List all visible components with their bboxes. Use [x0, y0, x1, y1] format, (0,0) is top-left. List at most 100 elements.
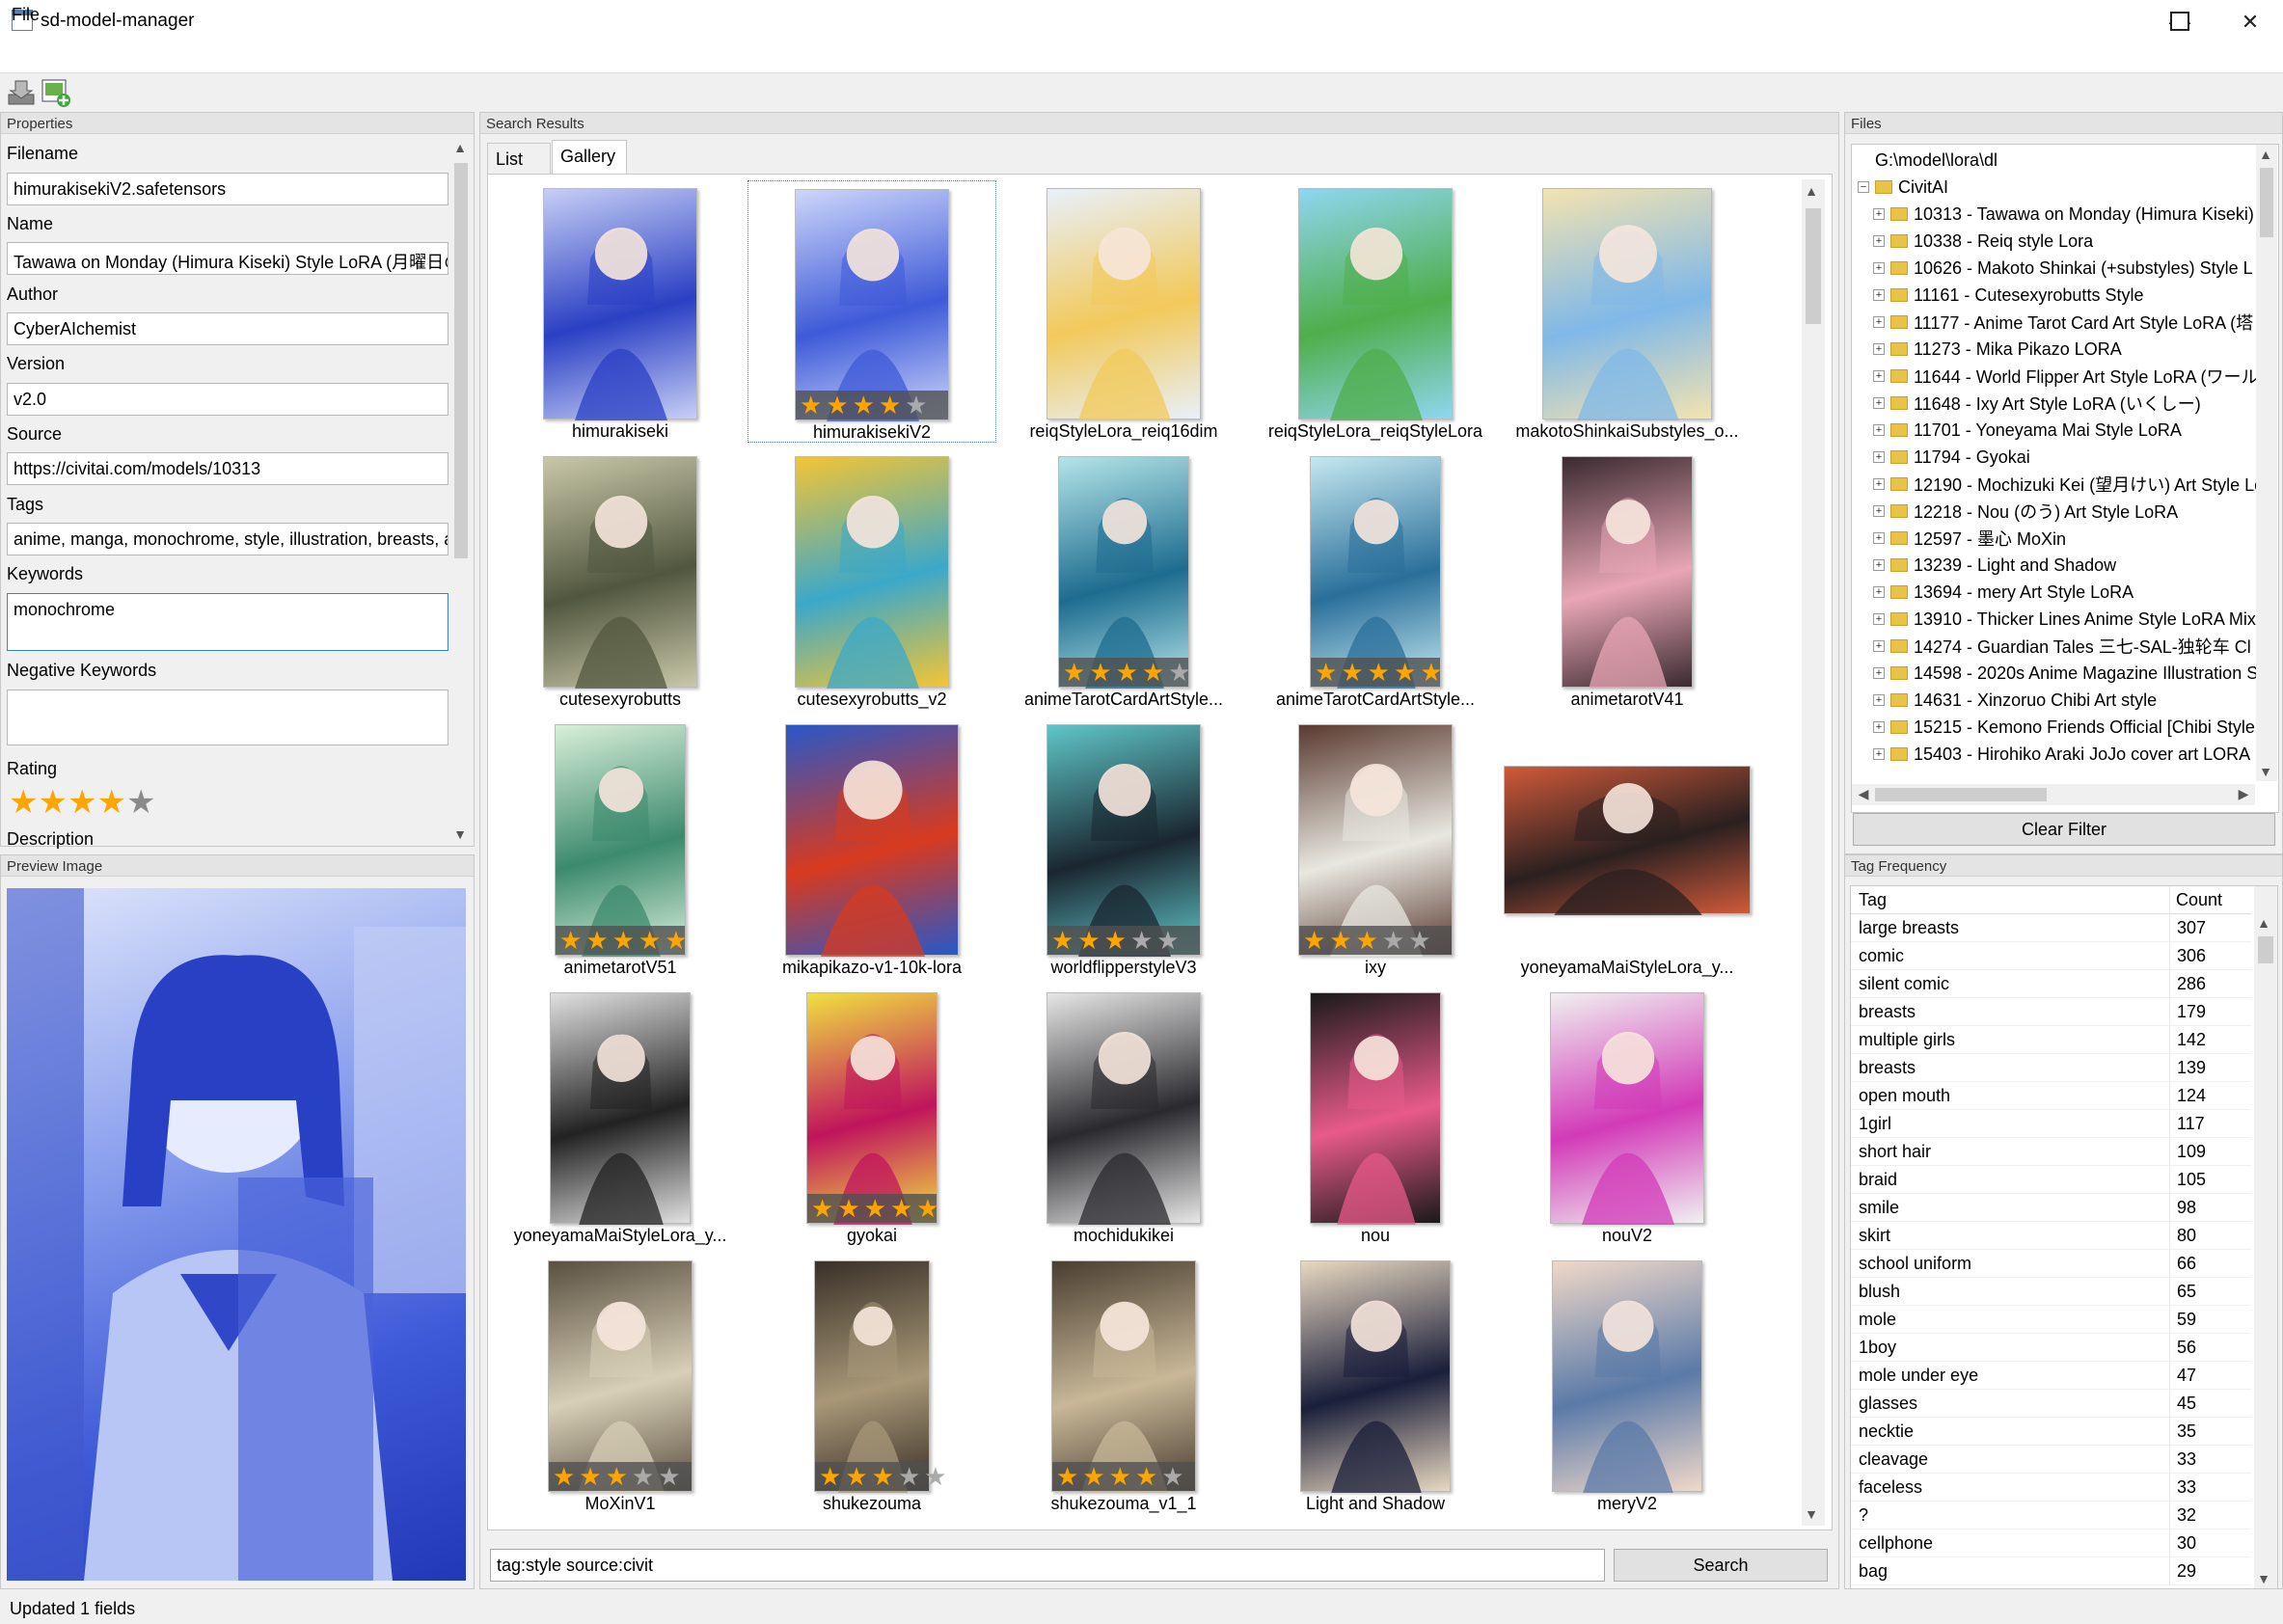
- table-row[interactable]: silent comic 286: [1851, 970, 2251, 998]
- tree-item[interactable]: +10313 - Tawawa on Monday (Himura Kiseki…: [1852, 201, 2254, 228]
- table-row[interactable]: bag 29: [1851, 1557, 2251, 1585]
- filename-field[interactable]: himurakisekiV2.safetensors: [7, 173, 448, 205]
- expand-icon[interactable]: +: [1873, 667, 1885, 679]
- expand-icon[interactable]: +: [1873, 397, 1885, 409]
- tree-root[interactable]: G:\model\lora\dl: [1852, 147, 1998, 174]
- gallery-item[interactable]: makotoShinkaiSubstyles_o...: [1503, 180, 1752, 443]
- table-row[interactable]: 1boy 56: [1851, 1334, 2251, 1362]
- tree-item[interactable]: +14274 - Guardian Tales 三七-SAL-独轮车 Cl: [1852, 633, 2251, 660]
- gallery-item[interactable]: reiqStyleLora_reiqStyleLora: [1251, 180, 1500, 443]
- gallery-item[interactable]: ★ ★ ★ ★ ★ shukezouma: [747, 1253, 996, 1515]
- tree-item[interactable]: +10626 - Makoto Shinkai (+substyles) Sty…: [1852, 255, 2253, 282]
- table-row[interactable]: skirt 80: [1851, 1222, 2251, 1250]
- table-row[interactable]: open mouth 124: [1851, 1082, 2251, 1110]
- gallery-item[interactable]: ★ ★ ★ ★ ★ gyokai: [747, 985, 996, 1247]
- gallery-item[interactable]: ★ ★ ★ ★ ★ himurakisekiV2: [747, 180, 996, 443]
- table-row[interactable]: glasses 45: [1851, 1390, 2251, 1418]
- star-filled-icon[interactable]: ★: [68, 786, 96, 819]
- count-column-header[interactable]: Count: [2176, 890, 2222, 910]
- collapse-icon[interactable]: −: [1858, 181, 1869, 193]
- table-row[interactable]: mole under eye 47: [1851, 1362, 2251, 1390]
- table-row[interactable]: cellphone 30: [1851, 1529, 2251, 1557]
- menu-file[interactable]: File: [12, 5, 40, 25]
- gallery-item[interactable]: meryV2: [1503, 1253, 1752, 1515]
- gallery-item[interactable]: mikapikazo-v1-10k-lora: [747, 717, 996, 979]
- gallery-item[interactable]: animetarotV41: [1503, 448, 1752, 711]
- version-field[interactable]: v2.0: [7, 383, 448, 416]
- author-field[interactable]: CyberAIchemist: [7, 312, 448, 345]
- expand-icon[interactable]: +: [1873, 505, 1885, 517]
- gallery-item[interactable]: yoneyamaMaiStyleLora_y...: [496, 985, 745, 1247]
- expand-icon[interactable]: +: [1873, 289, 1885, 301]
- table-row[interactable]: short hair 109: [1851, 1138, 2251, 1166]
- gallery-item[interactable]: ★ ★ ★ ★ ★ animetarotV51: [496, 717, 745, 979]
- tab-gallery[interactable]: Gallery: [552, 140, 627, 175]
- table-row[interactable]: necktie 35: [1851, 1418, 2251, 1446]
- tree-item[interactable]: +11177 - Anime Tarot Card Art Style LoRA…: [1852, 309, 2253, 336]
- tree-item[interactable]: +14598 - 2020s Anime Magazine Illustrati…: [1852, 660, 2258, 687]
- properties-scrollbar[interactable]: ▲ ▼: [450, 138, 472, 844]
- table-row[interactable]: mole 59: [1851, 1306, 2251, 1334]
- tags-field[interactable]: anime, manga, monochrome, style, illustr…: [7, 523, 448, 555]
- gallery-item[interactable]: mochidukikei: [999, 985, 1248, 1247]
- tree-item[interactable]: +11701 - Yoneyama Mai Style LoRA: [1852, 417, 2182, 444]
- star-filled-icon[interactable]: ★: [96, 786, 125, 819]
- table-row[interactable]: school uniform 66: [1851, 1250, 2251, 1278]
- expand-icon[interactable]: +: [1873, 586, 1885, 598]
- gallery-item[interactable]: ★ ★ ★ ★ ★ MoXinV1: [496, 1253, 745, 1515]
- gallery-scrollbar[interactable]: ▲ ▼: [1802, 179, 1825, 1526]
- table-row[interactable]: blush 65: [1851, 1278, 2251, 1306]
- import-icon[interactable]: [6, 77, 37, 108]
- expand-icon[interactable]: +: [1873, 451, 1885, 463]
- tag-column-header[interactable]: Tag: [1859, 890, 1887, 910]
- expand-icon[interactable]: +: [1873, 424, 1885, 436]
- maximize-button[interactable]: [2170, 12, 2189, 31]
- search-input[interactable]: tag:style source:civit: [490, 1549, 1605, 1582]
- clear-filter-button[interactable]: Clear Filter: [1853, 813, 2275, 846]
- tree-item[interactable]: +11648 - Ixy Art Style LoRA (いくしー): [1852, 390, 2201, 417]
- tree-item[interactable]: +11644 - World Flipper Art Style LoRA (ワ…: [1852, 363, 2258, 390]
- table-row[interactable]: cleavage 33: [1851, 1446, 2251, 1474]
- table-row[interactable]: braid 105: [1851, 1166, 2251, 1194]
- tree-item[interactable]: +11794 - Gyokai: [1852, 444, 2030, 471]
- gallery-item[interactable]: nou: [1251, 985, 1500, 1247]
- search-button[interactable]: Search: [1614, 1549, 1828, 1582]
- gallery-item[interactable]: reiqStyleLora_reiq16dim: [999, 180, 1248, 443]
- keywords-field[interactable]: monochrome: [7, 593, 448, 651]
- add-image-icon[interactable]: [41, 77, 71, 108]
- tab-list[interactable]: List: [487, 143, 551, 174]
- expand-icon[interactable]: +: [1873, 748, 1885, 760]
- table-row[interactable]: breasts 139: [1851, 1054, 2251, 1082]
- tree-item[interactable]: +12218 - Nou (のう) Art Style LoRA: [1852, 498, 2178, 525]
- tree-item[interactable]: +13910 - Thicker Lines Anime Style LoRA …: [1852, 606, 2256, 633]
- name-field[interactable]: Tawawa on Monday (Himura Kiseki) Style L…: [7, 242, 448, 275]
- negative-keywords-field[interactable]: [7, 690, 448, 745]
- table-row[interactable]: multiple girls 142: [1851, 1026, 2251, 1054]
- table-row[interactable]: ? 32: [1851, 1502, 2251, 1529]
- gallery-item[interactable]: nouV2: [1503, 985, 1752, 1247]
- expand-icon[interactable]: +: [1873, 613, 1885, 625]
- gallery-item[interactable]: himurakiseki: [496, 180, 745, 443]
- close-button[interactable]: ✕: [2217, 0, 2283, 44]
- gallery-item[interactable]: ★ ★ ★ ★ ★ ixy: [1251, 717, 1500, 979]
- gallery-item[interactable]: yoneyamaMaiStyleLora_y...: [1503, 717, 1752, 979]
- gallery-item[interactable]: cutesexyrobutts_v2: [747, 448, 996, 711]
- rating-stars[interactable]: ★★★★★: [9, 786, 155, 819]
- source-field[interactable]: https://civitai.com/models/10313: [7, 452, 448, 485]
- tree-item[interactable]: +13694 - mery Art Style LoRA: [1852, 579, 2134, 606]
- expand-icon[interactable]: +: [1873, 262, 1885, 274]
- table-row[interactable]: comic 306: [1851, 942, 2251, 970]
- gallery-item[interactable]: ★ ★ ★ ★ ★ shukezouma_v1_1: [999, 1253, 1248, 1515]
- table-row[interactable]: large breasts 307: [1851, 914, 2251, 942]
- star-filled-icon[interactable]: ★: [9, 786, 38, 819]
- gallery-item[interactable]: cutesexyrobutts: [496, 448, 745, 711]
- table-row[interactable]: smile 98: [1851, 1194, 2251, 1222]
- tag-table-scrollbar[interactable]: ▲ ▼: [2254, 886, 2277, 1588]
- expand-icon[interactable]: +: [1873, 316, 1885, 328]
- tree-item[interactable]: +14631 - Xinzoruo Chibi Art style: [1852, 687, 2157, 714]
- expand-icon[interactable]: +: [1873, 370, 1885, 382]
- table-row[interactable]: breasts 179: [1851, 998, 2251, 1026]
- files-vscroll[interactable]: ▲ ▼: [2256, 145, 2277, 781]
- gallery-item[interactable]: ★ ★ ★ ★ ★ animeTarotCardArtStyle...: [1251, 448, 1500, 711]
- tree-item[interactable]: +13239 - Light and Shadow: [1852, 552, 2116, 579]
